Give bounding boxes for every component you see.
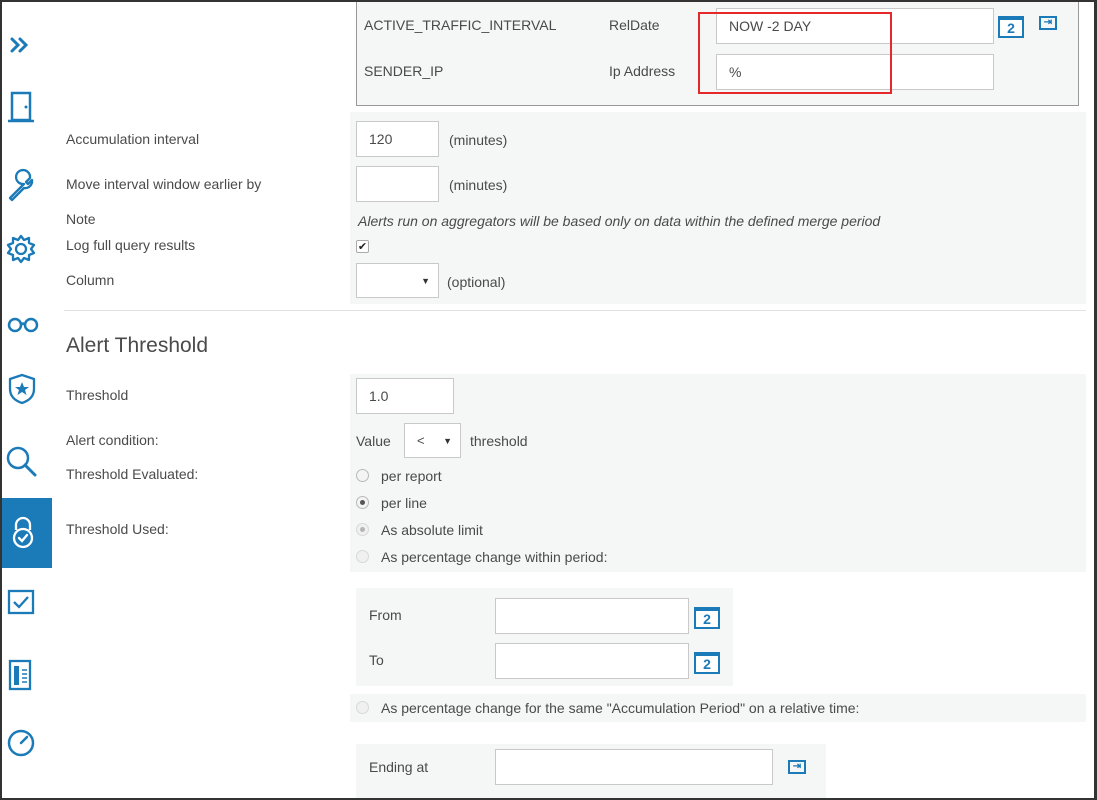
highlight-box [698,12,892,94]
alert-condition-label: Alert condition: [66,432,159,448]
per-report-radio[interactable] [356,469,369,482]
per-line-label: per line [381,495,427,511]
percentage-relative-label: As percentage change for the same "Accum… [381,700,860,716]
ending-at-input[interactable] [495,749,773,785]
condition-prefix: Value [356,433,391,449]
wrench-icon [8,168,34,202]
sidebar-item-view[interactable] [2,289,52,359]
threshold-evaluated-label: Threshold Evaluated: [66,466,199,482]
gear-icon [6,234,36,264]
move-window-unit: (minutes) [449,177,508,193]
log-full-checkbox[interactable]: ✔ [356,240,369,253]
percentage-relative-radio[interactable] [356,701,369,714]
per-line-radio[interactable] [356,496,369,509]
chevron-down-icon: ▼ [443,435,452,446]
sidebar [2,2,52,798]
move-window-label: Move interval window earlier by [66,176,262,192]
section-title: Alert Threshold [66,334,209,357]
section-divider [64,310,1086,311]
from-label: From [369,607,402,623]
search-icon [6,446,37,477]
door-icon [8,91,34,123]
from-input[interactable] [495,598,689,634]
sidebar-item-alerts[interactable] [2,498,52,568]
note-label: Note [66,211,96,227]
report-icon [8,659,32,691]
threshold-input[interactable]: 1.0 [356,378,454,414]
accumulation-unit: (minutes) [449,132,508,148]
percentage-period-radio[interactable] [356,550,369,563]
chevron-down-icon: ▼ [421,275,430,286]
per-report-label: per report [381,468,442,484]
column-label: Column [66,272,115,288]
param-name: ACTIVE_TRAFFIC_INTERVAL [364,17,557,33]
absolute-limit-label: As absolute limit [381,522,483,538]
expand-chevrons-icon [10,37,29,53]
absolute-limit-radio[interactable] [356,523,369,536]
calendar-icon[interactable]: 2 [998,16,1024,38]
gauge-icon [7,729,35,757]
sidebar-item-wrench[interactable] [2,150,52,220]
accumulation-input[interactable]: 120 [356,121,439,157]
checkbox-icon [7,589,35,615]
param-type: Ip Address [609,63,676,79]
param-name: SENDER_IP [364,63,444,79]
main-content: ACTIVE_TRAFFIC_INTERVAL RelDate NOW -2 D… [54,2,1094,798]
to-input[interactable] [495,643,689,679]
goto-icon[interactable]: ⇥ [1039,16,1057,30]
window-frame: ACTIVE_TRAFFIC_INTERVAL RelDate NOW -2 D… [0,0,1097,800]
column-select[interactable]: ▼ [356,263,439,298]
accumulation-label: Accumulation interval [66,131,200,147]
sidebar-item-dashboard[interactable] [2,708,52,778]
condition-operator-value: < [417,433,425,448]
log-full-label: Log full query results [66,237,196,253]
goto-icon[interactable]: ⇥ [788,760,806,774]
note-text: Alerts run on aggregators will be based … [358,213,881,229]
percentage-period-label: As percentage change within period: [381,549,608,565]
condition-operator-select[interactable]: < ▼ [404,423,461,458]
threshold-label: Threshold [66,387,129,403]
param-type: RelDate [609,17,660,33]
threshold-used-label: Threshold Used: [66,521,169,537]
sidebar-item-shield[interactable] [2,354,52,424]
shield-star-icon [8,373,36,405]
calendar-icon[interactable]: 2 [694,607,720,629]
sidebar-item-search[interactable] [2,426,52,496]
move-window-input[interactable] [356,166,439,202]
calendar-icon[interactable]: 2 [694,652,720,674]
to-label: To [369,652,384,668]
sidebar-item-expand[interactable] [2,10,52,80]
condition-suffix: threshold [470,433,528,449]
threshold-band [350,374,1086,572]
sidebar-item-reports[interactable] [2,640,52,710]
ending-at-label: Ending at [369,759,429,775]
sidebar-item-door[interactable] [2,72,52,142]
column-hint: (optional) [447,274,506,290]
lock-check-icon [12,516,34,549]
sidebar-item-settings[interactable] [2,214,52,284]
glasses-icon [7,317,39,333]
sidebar-item-tasks[interactable] [2,568,52,638]
